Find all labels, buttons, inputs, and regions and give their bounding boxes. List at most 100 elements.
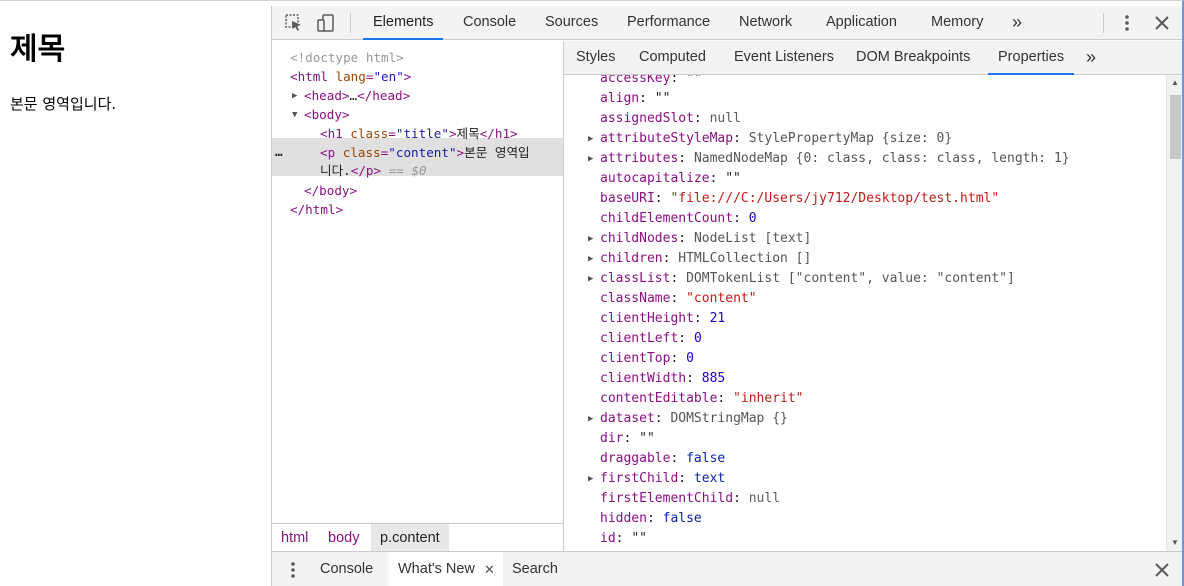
p-class-attr: class [342,145,381,160]
property-row[interactable]: accessKey: "" [600,75,702,89]
property-row[interactable]: firstChild: text [600,469,725,489]
property-row[interactable]: autocapitalize: "" [600,169,741,189]
h1-node[interactable]: <h1 class="title">제목</h1> [320,125,518,143]
p-class-value: "content" [388,145,457,160]
breadcrumb: html body p.content [272,523,563,552]
tab-styles[interactable]: Styles [566,41,626,75]
expand-triangle-icon[interactable]: ▶ [588,149,593,169]
property-value: false [662,511,702,526]
property-row[interactable]: clientTop: 0 [600,349,694,369]
kebab-menu-icon[interactable] [1115,11,1139,35]
device-toolbar-icon[interactable] [314,11,338,35]
scrollbar-thumb[interactable] [1170,95,1181,159]
p-node[interactable]: <p class="content">본문 영역입 [320,144,530,162]
property-row[interactable]: id: "" [600,529,647,549]
body-open-tag: <body> [304,107,350,122]
property-row[interactable]: clientLeft: 0 [600,329,702,349]
drawer-tab-console[interactable]: Console [310,552,383,586]
property-key: firstChild [600,471,679,486]
property-row[interactable]: align: "" [600,89,670,109]
breadcrumb-html[interactable]: html [272,524,317,552]
tab-elements[interactable]: Elements [363,6,444,40]
property-row[interactable]: attributeStyleMap: StylePropertyMap {siz… [600,129,952,149]
property-value: "" [654,91,671,106]
expand-triangle-icon[interactable]: ▶ [588,129,593,149]
property-value: NamedNodeMap {0: class, class: class, le… [693,151,1070,166]
property-row[interactable]: classList: DOMTokenList ["content", valu… [600,269,1015,289]
drawer-menu-icon[interactable] [281,558,305,582]
property-value: null [748,491,781,506]
expand-triangle-icon[interactable]: ▶ [292,87,297,105]
tab-computed[interactable]: Computed [629,41,716,75]
property-row[interactable]: attributes: NamedNodeMap {0: class, clas… [600,149,1070,169]
tab-memory[interactable]: Memory [921,6,993,40]
html-close-node[interactable]: </html> [290,201,343,219]
properties-scrollbar[interactable]: ▲ ▼ [1166,75,1182,551]
property-key: childElementCount [600,211,734,226]
tab-sources[interactable]: Sources [535,6,608,40]
close-tab-icon[interactable]: ✕ [484,552,495,586]
property-value: "" [686,75,702,86]
head-node[interactable]: <head>…</head> [304,87,410,105]
property-key: clientWidth [600,371,687,386]
expand-triangle-icon[interactable]: ▶ [588,249,593,269]
tab-properties[interactable]: Properties [988,41,1075,75]
property-value: "" [639,431,655,446]
collapse-triangle-icon[interactable]: ▼ [292,106,297,124]
scroll-down-arrow-icon[interactable]: ▼ [1171,538,1179,547]
property-value: StylePropertyMap {size: 0} [748,131,953,146]
html-node[interactable]: <html lang="en"> [290,68,411,86]
tab-event-listeners[interactable]: Event Listeners [724,41,844,75]
tab-console[interactable]: Console [453,6,526,40]
expand-triangle-icon[interactable]: ▶ [588,469,593,489]
property-row[interactable]: className: "content" [600,289,757,309]
property-row[interactable]: clientHeight: 21 [600,309,725,329]
property-row[interactable]: hidden: false [600,509,702,529]
expand-triangle-icon[interactable]: ▶ [588,229,593,249]
row-actions-ellipsis[interactable]: … [275,143,283,161]
tab-dom-breakpoints[interactable]: DOM Breakpoints [846,41,980,75]
property-row[interactable]: draggable: false [600,449,725,469]
close-icon[interactable] [1150,11,1174,35]
breadcrumb-body[interactable]: body [319,524,368,552]
expand-triangle-icon[interactable]: ▶ [588,269,593,289]
property-row[interactable]: baseURI: "file:///C:/Users/jy712/Desktop… [600,189,999,209]
property-value: false [686,451,726,466]
drawer-tab-whats-new[interactable]: What's New ✕ [388,552,503,586]
tab-application[interactable]: Application [816,6,907,40]
expand-triangle-icon[interactable]: ▶ [588,409,593,429]
tab-performance[interactable]: Performance [617,6,720,40]
property-row[interactable]: childElementCount: 0 [600,209,757,229]
more-sidebar-tabs-button[interactable]: » [1076,41,1106,75]
devtools-panel: Elements Console Sources Performance Net… [271,6,1182,586]
p-close-tag: </p> [350,163,382,178]
property-value: HTMLCollection [] [678,251,812,266]
property-value: NodeList [text] [693,231,812,246]
more-tabs-button[interactable]: » [1002,6,1032,40]
tab-network[interactable]: Network [729,6,802,40]
property-value: "inherit" [733,391,804,406]
property-row[interactable]: children: HTMLCollection [] [600,249,811,269]
doctype-node[interactable]: <!doctype html> [290,49,404,67]
property-key: clientLeft [600,331,679,346]
body-close-node[interactable]: </body> [304,182,357,200]
h1-class-value: "title" [395,126,449,141]
property-row[interactable]: assignedSlot: null [600,109,741,129]
inspect-element-icon[interactable] [282,11,306,35]
property-row[interactable]: clientWidth: 885 [600,369,725,389]
devtools-toolbar: Elements Console Sources Performance Net… [272,6,1182,40]
scroll-up-arrow-icon[interactable]: ▲ [1171,78,1179,87]
breadcrumb-p-content[interactable]: p.content [371,524,449,552]
property-row[interactable]: firstElementChild: null [600,489,780,509]
html-close-tag: </html> [290,202,344,217]
property-row[interactable]: dataset: DOMStringMap {} [600,409,788,429]
property-value: "content" [686,291,757,306]
p-node-continued[interactable]: 니다.</p> == $0 [320,162,427,180]
body-node[interactable]: <body> [304,106,350,124]
drawer-tab-search[interactable]: Search [502,552,568,586]
property-row[interactable]: dir: "" [600,429,655,449]
property-key: baseURI [600,191,655,206]
close-drawer-icon[interactable] [1150,558,1174,582]
property-row[interactable]: childNodes: NodeList [text] [600,229,811,249]
property-row[interactable]: contentEditable: "inherit" [600,389,804,409]
